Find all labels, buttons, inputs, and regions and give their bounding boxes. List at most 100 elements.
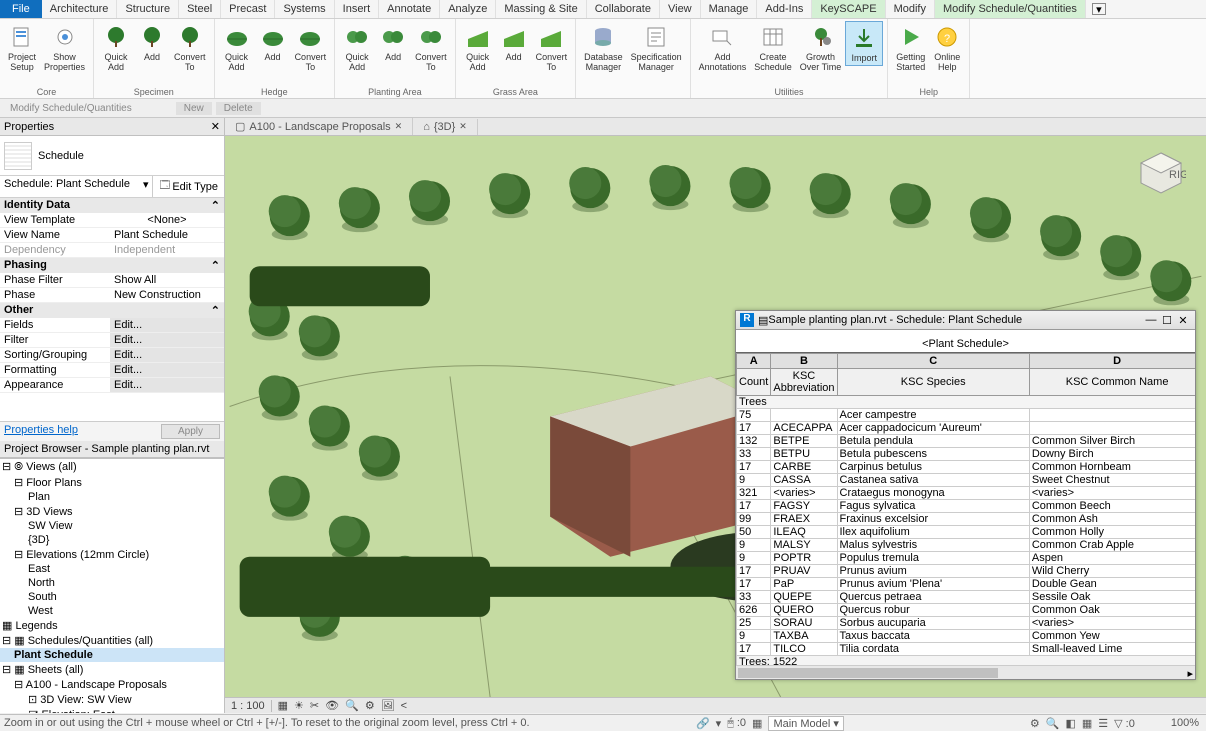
col-common[interactable]: KSC Common Name xyxy=(1029,369,1195,396)
vc-icon[interactable]: ✂ xyxy=(310,699,319,712)
ribbon-convert-button[interactable]: ConvertTo xyxy=(291,21,331,74)
cat-other[interactable]: Other⌃ xyxy=(0,303,224,318)
table-row[interactable]: 626QUEROQuercus roburCommon Oak548.62 m²… xyxy=(737,604,1196,617)
zoom-level[interactable]: 100% xyxy=(1171,717,1199,729)
ribbon-convert-button[interactable]: ConvertTo xyxy=(170,21,210,74)
vc-icon[interactable]: 🖼 xyxy=(381,699,395,712)
status-sel[interactable]: 🖱 :0 xyxy=(727,717,746,730)
fields-edit-button[interactable]: Edit... xyxy=(110,318,224,332)
menu-annotate[interactable]: Annotate xyxy=(379,0,440,18)
view-cube[interactable]: RIGHT xyxy=(1136,148,1186,198)
tree-item[interactable]: ▦ Legends xyxy=(0,618,224,633)
panel-toggle-icon[interactable]: ▾ xyxy=(1092,3,1106,15)
ribbon-database-button[interactable]: DatabaseManager xyxy=(580,21,627,74)
tree-item[interactable]: SW View xyxy=(0,519,224,533)
table-row[interactable]: 9MALSYMalus sylvestrisCommon Crab Apple5… xyxy=(737,539,1196,552)
properties-type[interactable]: Schedule xyxy=(0,136,224,176)
tree-item[interactable]: ⊟ Elevations (12mm Circle) xyxy=(0,547,224,562)
ribbon-add-button[interactable]: Add xyxy=(134,21,170,64)
schedule-window[interactable]: R ▤ Sample planting plan.rvt - Schedule:… xyxy=(735,310,1196,680)
view-tab-3d[interactable]: ⌂{3D}✕ xyxy=(413,119,478,135)
prop-phase-val[interactable]: New Construction xyxy=(110,288,224,302)
menu-analyze[interactable]: Analyze xyxy=(440,0,496,18)
file-menu[interactable]: File xyxy=(0,0,42,18)
status-icon[interactable]: ◧ xyxy=(1065,717,1075,730)
menu-precast[interactable]: Precast xyxy=(221,0,275,18)
tree-item[interactable]: ⊡ 3D View: SW View xyxy=(0,692,224,707)
menu-keyscape[interactable]: KeySCAPE xyxy=(812,0,885,18)
col-letter[interactable]: C xyxy=(837,354,1029,369)
menu-modify[interactable]: Modify xyxy=(886,0,935,18)
main-model-selector[interactable]: Main Model ▾ xyxy=(768,716,843,731)
ribbon-add-button[interactable]: Add xyxy=(375,21,411,64)
table-row[interactable]: 33BETPUBetula pubescensDowny Birch548.62… xyxy=(737,448,1196,461)
table-row[interactable]: 17CARBECarpinus betulusCommon Hornbeam54… xyxy=(737,461,1196,474)
minimize-button[interactable]: — xyxy=(1143,314,1159,326)
ribbon-add-button[interactable]: AddAnnotations xyxy=(695,21,751,74)
vc-icon[interactable]: < xyxy=(401,700,407,712)
project-browser[interactable]: ⊟ ⦾ Views (all)⊟ Floor PlansPlan⊟ 3D Vie… xyxy=(0,458,224,713)
tree-item[interactable]: ⊟ 3D Views xyxy=(0,504,224,519)
tree-item[interactable]: East xyxy=(0,562,224,576)
menu-manage[interactable]: Manage xyxy=(701,0,758,18)
tree-item[interactable]: South xyxy=(0,590,224,604)
ribbon-import-button[interactable]: Import xyxy=(845,21,883,66)
menu-architecture[interactable]: Architecture xyxy=(42,0,118,18)
tree-item[interactable]: ◪ Elevation: East xyxy=(0,707,224,713)
ribbon-show-button[interactable]: ShowProperties xyxy=(40,21,89,74)
menu-systems[interactable]: Systems xyxy=(275,0,334,18)
schedule-scrollbar[interactable]: ▸ xyxy=(736,665,1195,679)
ribbon-add-button[interactable]: Add xyxy=(255,21,291,64)
tree-item[interactable]: ⊟ ▦ Sheets (all) xyxy=(0,662,224,677)
close-icon[interactable]: ✕ xyxy=(211,120,220,133)
tree-item[interactable]: ⊟ ⦾ Views (all) xyxy=(0,459,224,475)
ribbon-convert-button[interactable]: ConvertTo xyxy=(532,21,572,74)
status-icon[interactable]: ▽ :0 xyxy=(1114,717,1135,730)
table-row[interactable]: 50ILEAQIlex aquifoliumCommon Holly548.62… xyxy=(737,526,1196,539)
appearance-edit-button[interactable]: Edit... xyxy=(110,378,224,392)
new-button[interactable]: New xyxy=(176,102,212,115)
menu-insert[interactable]: Insert xyxy=(335,0,380,18)
vc-icon[interactable]: ▦ xyxy=(278,699,288,712)
vc-icon[interactable]: 👁 xyxy=(325,699,339,712)
maximize-button[interactable]: ☐ xyxy=(1159,314,1175,327)
ribbon-quick-button[interactable]: QuickAdd xyxy=(460,21,496,74)
table-row[interactable]: 17TILCOTilia cordataSmall-leaved Lime548… xyxy=(737,643,1196,656)
ribbon-online-button[interactable]: ?OnlineHelp xyxy=(929,21,965,74)
table-row[interactable]: 25SORAUSorbus aucuparia<varies>548.62 m²… xyxy=(737,617,1196,630)
instance-selector[interactable]: Schedule: Plant Schedule ▾ xyxy=(0,176,152,197)
table-row[interactable]: 17ACECAPPAAcer cappadocicum 'Aureum'0.00… xyxy=(737,422,1196,435)
status-icon[interactable]: ▾ xyxy=(716,717,722,730)
col-species[interactable]: KSC Species xyxy=(837,369,1029,396)
cat-phasing[interactable]: Phasing⌃ xyxy=(0,258,224,273)
tree-item[interactable]: ⊟ ▦ Schedules/Quantities (all) xyxy=(0,633,224,648)
ribbon-getting-button[interactable]: GettingStarted xyxy=(892,21,929,74)
ribbon-create-button[interactable]: CreateSchedule xyxy=(750,21,796,74)
status-icon[interactable]: ▦ xyxy=(752,717,762,730)
table-row[interactable]: 17PRUAVPrunus aviumWild Cherry548.62 m²<… xyxy=(737,565,1196,578)
tree-item[interactable]: ⊟ A100 - Landscape Proposals xyxy=(0,677,224,692)
ribbon-quick-button[interactable]: QuickAdd xyxy=(339,21,375,74)
schedule-titlebar[interactable]: R ▤ Sample planting plan.rvt - Schedule:… xyxy=(736,311,1195,330)
col-abbrev[interactable]: KSC Abbreviation xyxy=(771,369,837,396)
table-row[interactable]: 9CASSACastanea sativaSweet Chestnut548.6… xyxy=(737,474,1196,487)
col-letter[interactable]: A xyxy=(737,354,771,369)
prop-view-name-val[interactable]: Plant Schedule xyxy=(110,228,224,242)
tree-item[interactable]: West xyxy=(0,604,224,618)
ribbon-convert-button[interactable]: ConvertTo xyxy=(411,21,451,74)
table-row[interactable]: 99FRAEXFraxinus excelsiorCommon Ash548.6… xyxy=(737,513,1196,526)
tree-item[interactable]: {3D} xyxy=(0,533,224,547)
status-icon[interactable]: ⚙ xyxy=(1030,717,1040,730)
ribbon-specification-button[interactable]: SpecificationManager xyxy=(627,21,686,74)
col-letter[interactable]: B xyxy=(771,354,837,369)
table-row[interactable]: 75Acer campestre0.00 m²<varies> xyxy=(737,409,1196,422)
status-icon[interactable]: 🔍 xyxy=(1046,717,1060,730)
ribbon-add-button[interactable]: Add xyxy=(496,21,532,64)
status-icon[interactable]: 🔗 xyxy=(696,717,710,730)
ribbon-quick-button[interactable]: QuickAdd xyxy=(98,21,134,74)
table-row[interactable]: 33QUEPEQuercus petraeaSessile Oak548.62 … xyxy=(737,591,1196,604)
col-count[interactable]: Count xyxy=(737,369,771,396)
table-row[interactable]: 17FAGSYFagus sylvaticaCommon Beech548.62… xyxy=(737,500,1196,513)
properties-help-link[interactable]: Properties help xyxy=(4,424,78,439)
ribbon-project-button[interactable]: ProjectSetup xyxy=(4,21,40,74)
